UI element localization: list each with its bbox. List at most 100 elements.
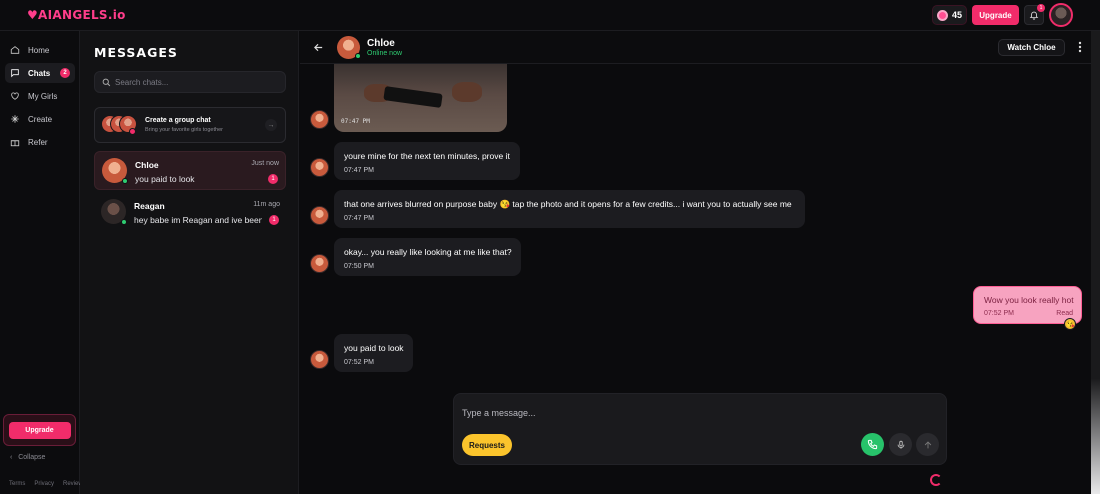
microphone-icon bbox=[897, 440, 904, 449]
group-subtitle: Bring your favorite girls together bbox=[145, 127, 223, 133]
photo-time: 07:47 PM bbox=[341, 118, 370, 125]
brand-logo[interactable]: ♥AIANGELS.io bbox=[27, 8, 126, 22]
message-avatar bbox=[310, 158, 329, 177]
send-button[interactable] bbox=[916, 433, 939, 456]
sidebar-item-my-girls[interactable]: My Girls bbox=[5, 86, 75, 106]
photo-content bbox=[452, 82, 482, 102]
unread-badge: 1 bbox=[269, 215, 279, 225]
top-bar: ♥AIANGELS.io 45 Upgrade 1 bbox=[0, 0, 1100, 31]
conversation-time: Just now bbox=[251, 160, 279, 167]
message-time: 07:47 PM bbox=[344, 167, 374, 174]
heart-icon bbox=[11, 92, 19, 100]
requests-button[interactable]: Requests bbox=[462, 434, 512, 456]
conversation-name: Reagan bbox=[134, 201, 165, 211]
voice-button[interactable] bbox=[889, 433, 912, 456]
conversation-preview: hey babe im Reagan and ive been bbox=[134, 215, 262, 225]
chevron-left-icon: ‹ bbox=[10, 454, 13, 461]
message-avatar bbox=[310, 206, 329, 225]
chat-icon bbox=[11, 69, 19, 78]
message-avatar bbox=[310, 350, 329, 369]
group-title: Create a group chat bbox=[145, 117, 211, 124]
loading-spinner-icon bbox=[930, 474, 942, 486]
message-time: 07:52 PM bbox=[344, 359, 374, 366]
sidebar-item-home[interactable]: Home bbox=[5, 40, 75, 60]
more-options-icon[interactable] bbox=[1075, 40, 1085, 54]
conversation-chloe[interactable]: Chloe you paid to look Just now 1 bbox=[94, 151, 286, 190]
message-time: 07:52 PM bbox=[984, 310, 1014, 317]
message-avatar bbox=[310, 254, 329, 273]
collapse-button[interactable]: ‹ Collapse bbox=[10, 454, 45, 461]
watch-button[interactable]: Watch Chloe bbox=[998, 39, 1065, 56]
sidebar-item-chats[interactable]: Chats 2 bbox=[5, 63, 75, 83]
plus-icon bbox=[129, 128, 136, 135]
unread-badge: 1 bbox=[268, 174, 278, 184]
photo-content bbox=[383, 86, 443, 108]
online-indicator bbox=[122, 178, 128, 184]
message-time: 07:50 PM bbox=[344, 263, 374, 270]
arrow-up-icon bbox=[924, 440, 931, 448]
sidebar: Home Chats 2 My Girls Create Refer Upgra… bbox=[0, 31, 86, 494]
online-indicator bbox=[121, 219, 127, 225]
sidebar-upgrade-button[interactable]: Upgrade bbox=[8, 421, 71, 439]
arrow-right-icon: → bbox=[265, 119, 277, 131]
upgrade-panel: Upgrade bbox=[3, 414, 76, 446]
chat-status: Online now bbox=[367, 50, 403, 57]
search-input[interactable] bbox=[115, 72, 280, 92]
online-indicator bbox=[355, 53, 361, 59]
notifications-button[interactable]: 1 bbox=[1024, 4, 1045, 25]
conversation-name: Chloe bbox=[135, 160, 159, 170]
notification-count: 1 bbox=[1037, 4, 1045, 12]
sidebar-item-label: Home bbox=[28, 45, 50, 55]
message-bubble: youre mine for the next ten minutes, pro… bbox=[334, 142, 520, 180]
coin-icon bbox=[936, 9, 948, 21]
sidebar-item-label: Create bbox=[28, 114, 53, 124]
chat-name: Chloe bbox=[367, 38, 395, 49]
collapse-label: Collapse bbox=[18, 454, 46, 461]
credits-count: 45 bbox=[951, 10, 962, 20]
sidebar-item-label: Chats bbox=[28, 68, 51, 78]
call-button[interactable] bbox=[861, 433, 884, 456]
photo-message[interactable]: 07:47 PM bbox=[334, 64, 507, 132]
footer-links: Terms Privacy Reviews bbox=[9, 481, 86, 487]
credits-button[interactable]: 45 bbox=[932, 5, 967, 25]
message-input[interactable] bbox=[462, 404, 842, 422]
create-group-chat[interactable]: Create a group chat Bring your favorite … bbox=[94, 107, 286, 143]
privacy-link[interactable]: Privacy bbox=[34, 481, 54, 487]
message-text: youre mine for the next ten minutes, pro… bbox=[344, 151, 510, 161]
message-area: 07:47 PM youre mine for the next ten min… bbox=[300, 64, 1091, 494]
home-icon bbox=[10, 46, 20, 54]
message-bubble: that one arrives blurred on purpose baby… bbox=[334, 190, 805, 228]
chats-badge: 2 bbox=[60, 68, 70, 78]
read-status: Read bbox=[1056, 310, 1073, 317]
message-text: that one arrives blurred on purpose baby… bbox=[344, 199, 792, 209]
conversation-time: 11m ago bbox=[253, 201, 280, 208]
message-time: 07:47 PM bbox=[344, 215, 374, 222]
sidebar-item-refer[interactable]: Refer bbox=[5, 132, 75, 152]
phone-icon bbox=[867, 439, 878, 450]
gift-icon bbox=[10, 140, 20, 147]
reaction-emoji[interactable]: 😘 bbox=[1064, 318, 1076, 330]
message-bubble: you paid to look 07:52 PM bbox=[334, 334, 413, 372]
upgrade-button[interactable]: Upgrade bbox=[972, 5, 1019, 25]
back-arrow-icon[interactable] bbox=[313, 42, 324, 53]
chat-header: Chloe Online now Watch Chloe bbox=[300, 31, 1091, 64]
sidebar-item-create[interactable]: Create bbox=[5, 109, 75, 129]
message-composer: Requests bbox=[453, 393, 947, 465]
terms-link[interactable]: Terms bbox=[9, 481, 25, 487]
scrollbar[interactable] bbox=[1091, 31, 1100, 494]
message-avatar bbox=[310, 110, 329, 129]
search-box bbox=[94, 71, 286, 93]
conversation-reagan[interactable]: Reagan hey babe im Reagan and ive been 1… bbox=[94, 193, 286, 232]
page-title: MESSAGES bbox=[94, 45, 178, 60]
sidebar-item-label: My Girls bbox=[28, 91, 58, 101]
message-text: okay... you really like looking at me li… bbox=[344, 247, 512, 257]
sparkle-icon bbox=[11, 115, 19, 123]
search-icon bbox=[102, 78, 111, 87]
user-avatar[interactable] bbox=[1049, 3, 1073, 27]
conversation-preview: you paid to look bbox=[135, 174, 195, 184]
bell-icon bbox=[1029, 11, 1039, 20]
sidebar-item-label: Refer bbox=[28, 137, 48, 147]
chat-list-panel: MESSAGES Create a group chat Bring your … bbox=[80, 31, 299, 494]
message-text: you paid to look bbox=[344, 343, 404, 353]
message-bubble: okay... you really like looking at me li… bbox=[334, 238, 521, 276]
